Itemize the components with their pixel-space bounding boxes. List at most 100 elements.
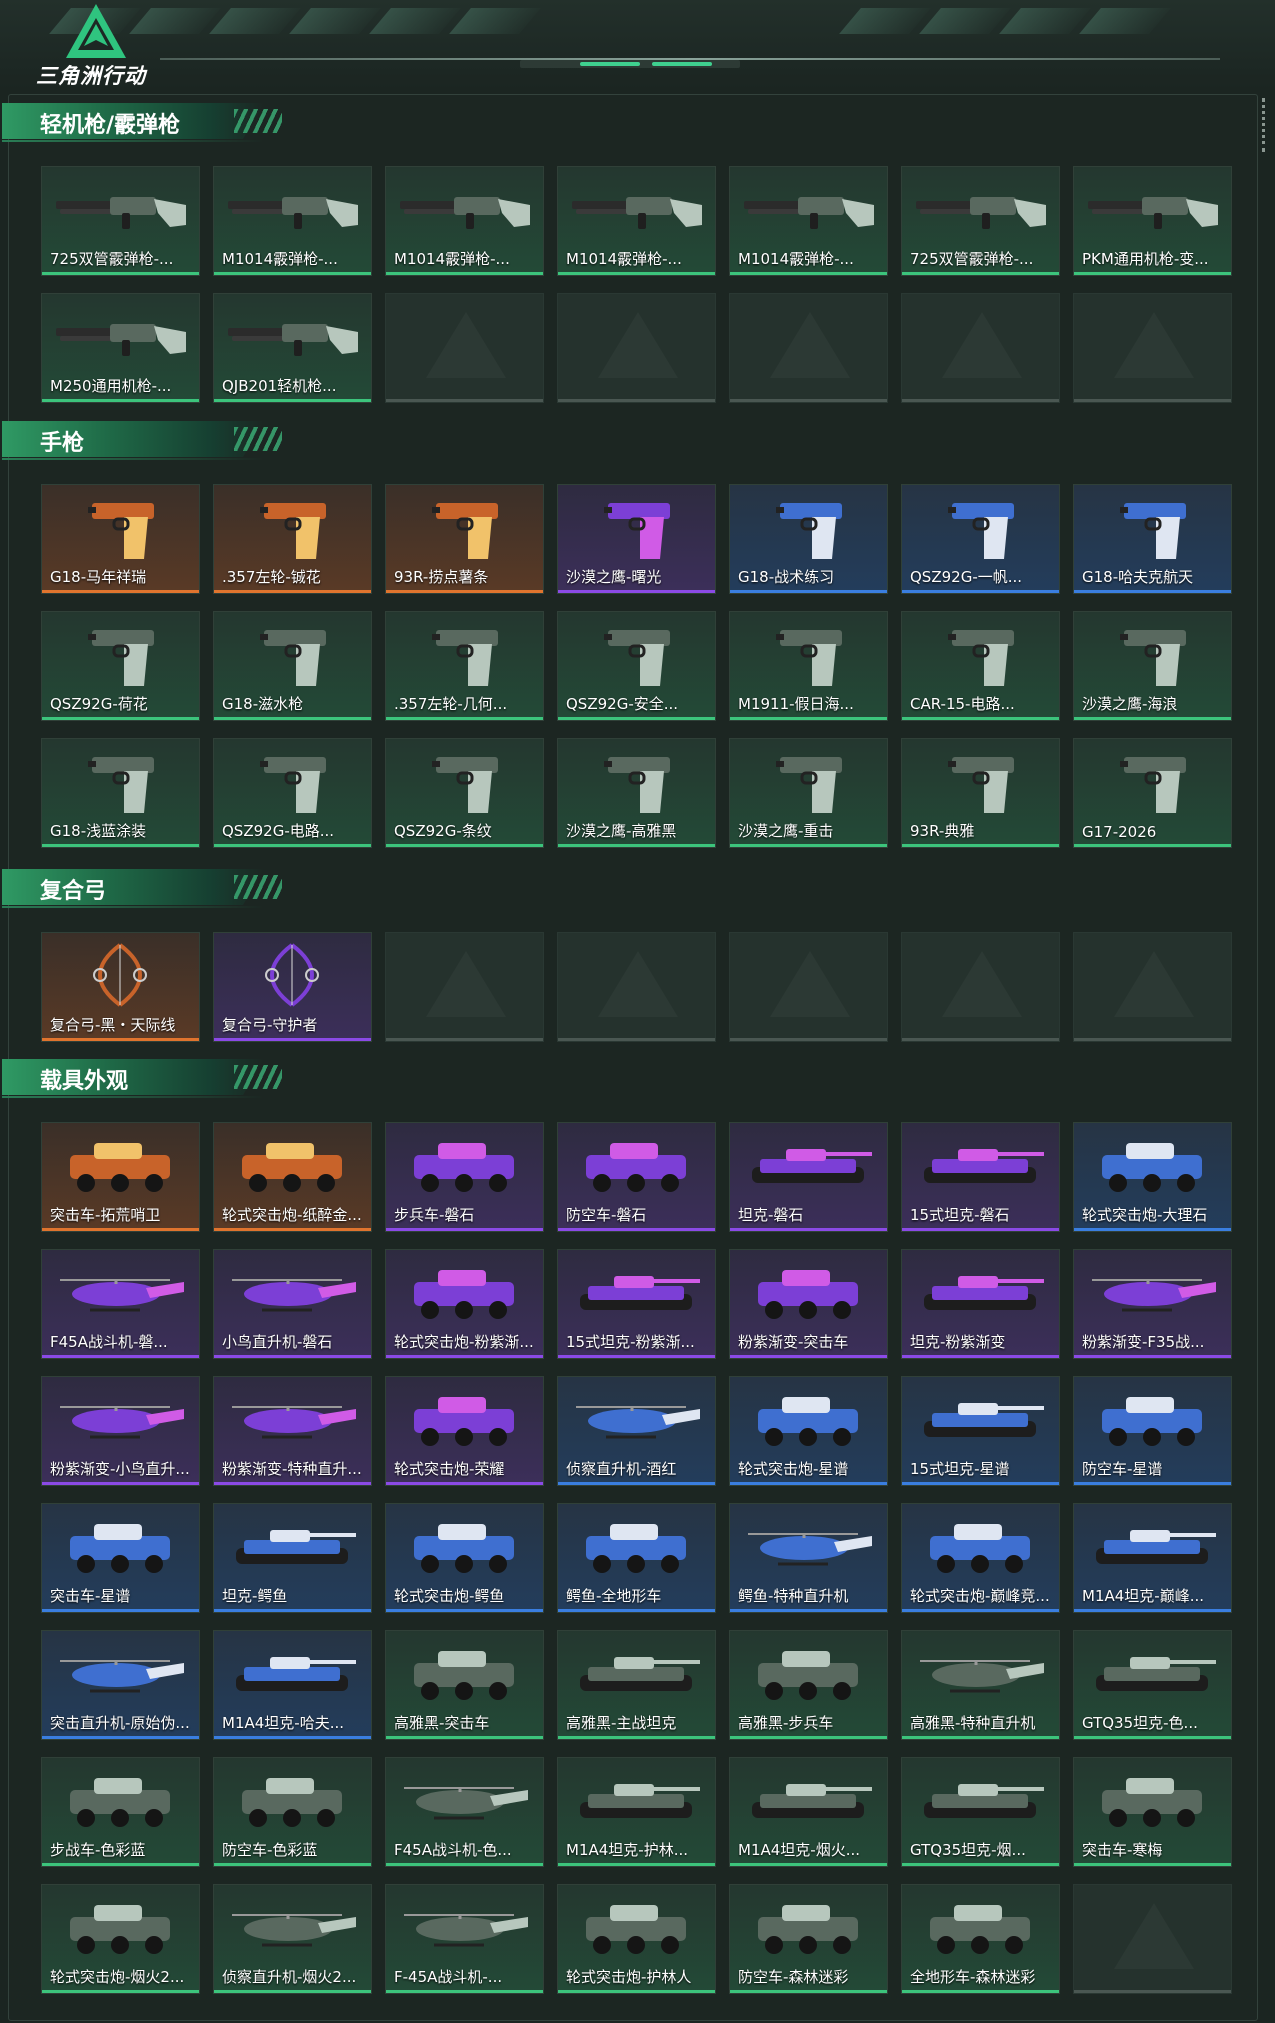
- skin-card[interactable]: GTQ35坦克-色...: [1073, 1630, 1232, 1740]
- skin-name: M1911-假日海...: [738, 695, 854, 713]
- skin-card[interactable]: 沙漠之鹰-高雅黑: [557, 738, 716, 848]
- skin-card[interactable]: G18-浅蓝涂装: [41, 738, 200, 848]
- skin-card[interactable]: G18-战术练习: [729, 484, 888, 594]
- skin-card[interactable]: G18-哈夫克航天: [1073, 484, 1232, 594]
- skin-card[interactable]: 突击车-寒梅: [1073, 1757, 1232, 1867]
- skin-card[interactable]: M1014霰弹枪-...: [729, 166, 888, 276]
- skin-card[interactable]: 轮式突击炮-荣耀: [385, 1376, 544, 1486]
- vehicle-icon: [50, 1131, 191, 1199]
- vehicle-icon: [738, 1893, 879, 1961]
- skin-card[interactable]: 高雅黑-步兵车: [729, 1630, 888, 1740]
- skin-card[interactable]: 粉紫渐变-特种直升...: [213, 1376, 372, 1486]
- skin-card[interactable]: 高雅黑-主战坦克: [557, 1630, 716, 1740]
- skin-card[interactable]: 粉紫渐变-突击车: [729, 1249, 888, 1359]
- quality-bar: [386, 1355, 543, 1358]
- skin-card[interactable]: 轮式突击炮-巅峰竞...: [901, 1503, 1060, 1613]
- skin-card[interactable]: QSZ92G-一帆...: [901, 484, 1060, 594]
- skin-card[interactable]: 沙漠之鹰-海浪: [1073, 611, 1232, 721]
- skin-card[interactable]: 轮式突击炮-鳄鱼: [385, 1503, 544, 1613]
- skin-card[interactable]: F45A战斗机-磐...: [41, 1249, 200, 1359]
- skin-card[interactable]: 防空车-森林迷彩: [729, 1884, 888, 1994]
- skin-name: 粉紫渐变-小鸟直升...: [50, 1460, 190, 1478]
- skin-card[interactable]: 坦克-鳄鱼: [213, 1503, 372, 1613]
- skin-card[interactable]: F45A战斗机-色...: [385, 1757, 544, 1867]
- skin-card[interactable]: 高雅黑-突击车: [385, 1630, 544, 1740]
- skin-card[interactable]: M1A4坦克-烟火...: [729, 1757, 888, 1867]
- skin-card[interactable]: 725双管霰弹枪-...: [41, 166, 200, 276]
- skin-card[interactable]: 防空车-磐石: [557, 1122, 716, 1232]
- skin-card[interactable]: 93R-捞点薯条: [385, 484, 544, 594]
- skin-card[interactable]: .357左轮-几何...: [385, 611, 544, 721]
- skin-card[interactable]: G18-滋水枪: [213, 611, 372, 721]
- skin-card[interactable]: 复合弓-黑・天际线: [41, 932, 200, 1042]
- skin-card[interactable]: QSZ92G-条纹: [385, 738, 544, 848]
- skin-card[interactable]: 鳄鱼-特种直升机: [729, 1503, 888, 1613]
- skin-card[interactable]: QSZ92G-电路...: [213, 738, 372, 848]
- skin-card[interactable]: 全地形车-森林迷彩: [901, 1884, 1060, 1994]
- skin-card[interactable]: M1014霰弹枪-...: [213, 166, 372, 276]
- skin-card[interactable]: 鳄鱼-全地形车: [557, 1503, 716, 1613]
- skin-card[interactable]: .357左轮-铖花: [213, 484, 372, 594]
- skin-card[interactable]: 坦克-粉紫渐变: [901, 1249, 1060, 1359]
- skin-card[interactable]: 粉紫渐变-小鸟直升...: [41, 1376, 200, 1486]
- skin-name: 高雅黑-步兵车: [738, 1714, 834, 1732]
- skin-card[interactable]: 93R-典雅: [901, 738, 1060, 848]
- skin-card[interactable]: 725双管霰弹枪-...: [901, 166, 1060, 276]
- skin-card[interactable]: 15式坦克-磐石: [901, 1122, 1060, 1232]
- skin-card[interactable]: QSZ92G-荷花: [41, 611, 200, 721]
- skin-card[interactable]: 15式坦克-粉紫渐...: [557, 1249, 716, 1359]
- skin-card[interactable]: 沙漠之鹰-重击: [729, 738, 888, 848]
- skin-card[interactable]: M1014霰弹枪-...: [385, 166, 544, 276]
- skin-card[interactable]: 轮式突击炮-纸醉金...: [213, 1122, 372, 1232]
- skin-card[interactable]: 侦察直升机-酒红: [557, 1376, 716, 1486]
- skin-card[interactable]: 轮式突击炮-星谱: [729, 1376, 888, 1486]
- skin-card[interactable]: 防空车-色彩蓝: [213, 1757, 372, 1867]
- skin-card[interactable]: GTQ35坦克-烟...: [901, 1757, 1060, 1867]
- skin-card[interactable]: 突击直升机-原始伪...: [41, 1630, 200, 1740]
- skin-name: 轮式突击炮-粉紫渐...: [394, 1333, 534, 1351]
- skin-card[interactable]: 轮式突击炮-粉紫渐...: [385, 1249, 544, 1359]
- skin-card[interactable]: 轮式突击炮-大理石: [1073, 1122, 1232, 1232]
- pistol-icon: [910, 620, 1051, 688]
- skin-card[interactable]: 侦察直升机-烟火2...: [213, 1884, 372, 1994]
- skin-card[interactable]: QSZ92G-安全...: [557, 611, 716, 721]
- skin-card[interactable]: M1911-假日海...: [729, 611, 888, 721]
- tank-icon: [738, 1766, 879, 1834]
- skin-name: M1014霰弹枪-...: [394, 250, 510, 268]
- quality-bar: [730, 1228, 887, 1231]
- skin-card[interactable]: 步战车-色彩蓝: [41, 1757, 200, 1867]
- skin-card[interactable]: G17-2026: [1073, 738, 1232, 848]
- skin-card[interactable]: 轮式突击炮-烟火2...: [41, 1884, 200, 1994]
- skin-card[interactable]: 沙漠之鹰-曙光: [557, 484, 716, 594]
- section-title: 复合弓: [40, 879, 107, 904]
- skin-card[interactable]: 防空车-星谱: [1073, 1376, 1232, 1486]
- skin-card[interactable]: 轮式突击炮-护林人: [557, 1884, 716, 1994]
- empty-slot: [1073, 1884, 1232, 1994]
- skin-card[interactable]: 坦克-磐石: [729, 1122, 888, 1232]
- skin-name: 步兵车-磐石: [394, 1206, 475, 1224]
- skin-card[interactable]: CAR-15-电路...: [901, 611, 1060, 721]
- skin-name: 轮式突击炮-荣耀: [394, 1460, 505, 1478]
- skin-card[interactable]: 复合弓-守护者: [213, 932, 372, 1042]
- quality-bar: [902, 1355, 1059, 1358]
- skin-card[interactable]: 小鸟直升机-磐石: [213, 1249, 372, 1359]
- quality-bar: [1074, 1736, 1231, 1739]
- skin-card[interactable]: M1A4坦克-哈夫...: [213, 1630, 372, 1740]
- skin-card[interactable]: 步兵车-磐石: [385, 1122, 544, 1232]
- skin-card[interactable]: M1A4坦克-巅峰...: [1073, 1503, 1232, 1613]
- skin-card[interactable]: 突击车-拓荒哨卫: [41, 1122, 200, 1232]
- skin-card[interactable]: 突击车-星谱: [41, 1503, 200, 1613]
- skin-card[interactable]: M1A4坦克-护林...: [557, 1757, 716, 1867]
- aircraft-icon: [910, 1639, 1051, 1707]
- skin-card[interactable]: F-45A战斗机-...: [385, 1884, 544, 1994]
- skin-card[interactable]: 粉紫渐变-F35战...: [1073, 1249, 1232, 1359]
- skin-card[interactable]: M1014霰弹枪-...: [557, 166, 716, 276]
- skin-card[interactable]: M250通用机枪-...: [41, 293, 200, 403]
- skin-card[interactable]: 15式坦克-星谱: [901, 1376, 1060, 1486]
- skin-card[interactable]: PKM通用机枪-变...: [1073, 166, 1232, 276]
- scroll-indicator[interactable]: [1262, 98, 1268, 152]
- quality-bar: [558, 1736, 715, 1739]
- skin-card[interactable]: 高雅黑-特种直升机: [901, 1630, 1060, 1740]
- skin-card[interactable]: QJB201轻机枪...: [213, 293, 372, 403]
- skin-card[interactable]: G18-马年祥瑞: [41, 484, 200, 594]
